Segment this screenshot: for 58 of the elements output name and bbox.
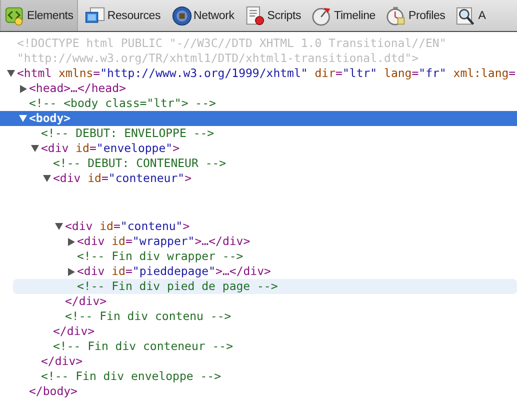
windows-icon — [85, 6, 106, 26]
code-line: <!-- <body class="ltr"> --> — [29, 96, 216, 111]
tree-row[interactable]: <!-- <body class="ltr"> --> — [0, 96, 517, 111]
code-line: <head>…</head> — [29, 81, 126, 96]
tree-row[interactable]: <!-- DEBUT: ENVELOPPE --> — [0, 126, 517, 141]
expanded-triangle-icon[interactable] — [19, 115, 27, 122]
code-line: </div> — [53, 324, 95, 339]
collapsed-triangle-icon[interactable] — [68, 238, 74, 246]
tree-row[interactable]: <!-- Fin div wrapper --> — [0, 249, 517, 264]
expanded-triangle-icon[interactable] — [31, 145, 39, 152]
panel-tab[interactable]: Elements — [0, 0, 78, 31]
collapsed-triangle-icon[interactable] — [68, 268, 74, 276]
tree-row[interactable]: <div id="wrapper">…</div> — [0, 234, 517, 249]
gauge-icon — [312, 6, 332, 26]
code-line: <!-- Fin div enveloppe --> — [41, 369, 222, 384]
tree-row[interactable]: <!-- Fin div conteneur --> — [0, 339, 517, 354]
tree-row[interactable]: <div id="contenu"> — [0, 219, 517, 234]
expanded-triangle-icon[interactable] — [43, 175, 51, 182]
tree-row[interactable]: <div id="enveloppe"> — [0, 141, 517, 156]
document-icon — [245, 6, 266, 26]
code-line: <!-- Fin div contenu --> — [65, 309, 232, 324]
tree-row[interactable]: <!-- Fin div contenu --> — [0, 309, 517, 324]
code-line: <!-- DEBUT: CONTENEUR --> — [53, 156, 226, 171]
collapsed-triangle-icon[interactable] — [20, 85, 26, 93]
globe-icon — [172, 6, 192, 26]
stopwatch-icon — [386, 6, 406, 26]
code-line: </body> — [29, 384, 78, 399]
expanded-triangle-icon[interactable] — [7, 70, 15, 77]
code-line: "http://www.w3.org/TR/xhtml1/DTD/xhtml1-transitional.dtd"> — [17, 51, 420, 66]
panel-tab[interactable]: Resources — [81, 0, 165, 31]
code-line: <!-- DEBUT: ENVELOPPE --> — [41, 126, 214, 141]
tree-row[interactable]: <body> — [0, 111, 517, 126]
magnifier-icon — [456, 6, 476, 26]
tree-row[interactable]: <head>…</head> — [0, 81, 517, 96]
code-line: <div id="enveloppe"> — [41, 141, 180, 156]
expanded-triangle-icon[interactable] — [55, 223, 63, 230]
code-line: <!-- Fin div pied de page --> — [77, 279, 278, 294]
tree-row[interactable]: <!-- Fin div pied de page --> — [13, 279, 517, 294]
code-line: <body> — [29, 111, 71, 126]
code-line: <!-- Fin div wrapper --> — [77, 249, 244, 264]
code-line: <div id="contenu"> — [65, 219, 190, 234]
panel-tab[interactable]: A — [452, 0, 490, 31]
code-line: <div id="wrapper">…</div> — [77, 234, 250, 249]
tree-row[interactable]: <!-- DEBUT: CONTENEUR --> — [0, 156, 517, 171]
panel-tab[interactable]: Scripts — [241, 0, 306, 31]
tree-row[interactable]: <!-- Fin div enveloppe --> — [0, 369, 517, 384]
code-line: </div> — [65, 294, 107, 309]
code-brackets-icon — [5, 6, 25, 26]
code-line: <div id="pieddepage">…</div> — [77, 264, 271, 279]
code-line: <div id="conteneur"> — [53, 171, 192, 186]
panel-tab[interactable]: Network — [168, 0, 238, 31]
code-line: <!-- Fin div conteneur --> — [53, 339, 234, 354]
panel-tab[interactable]: Timeline — [308, 0, 380, 31]
code-line: </div> — [41, 354, 83, 369]
tree-row[interactable]: <div id="conteneur"> — [0, 171, 517, 186]
panel-tab[interactable]: Profiles — [382, 0, 450, 31]
tree-row[interactable]: <div id="pieddepage">…</div> — [0, 264, 517, 279]
code-line: <!DOCTYPE html PUBLIC "-//W3C//DTD XHTML 1.0 Transitional//EN" — [17, 36, 446, 51]
